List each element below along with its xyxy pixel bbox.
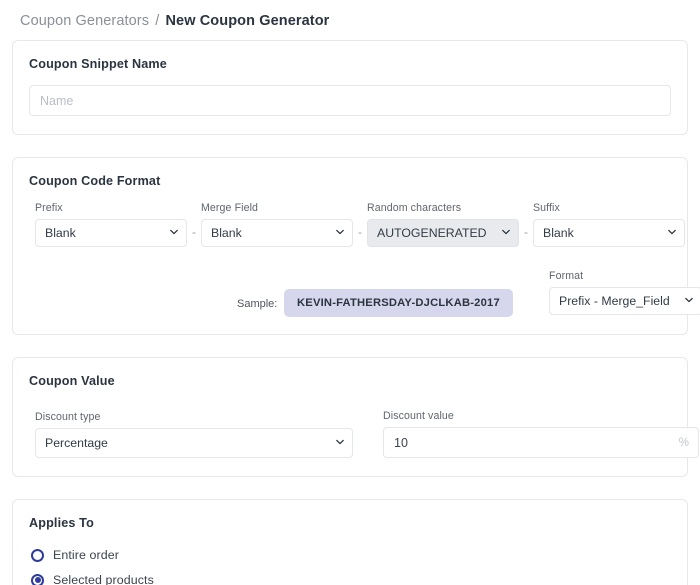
discount-value-input[interactable] xyxy=(383,427,699,458)
format-separator-1: - xyxy=(187,218,201,247)
sample-row: Sample: KEVIN-FATHERSDAY-DJCLKAB-2017 Fo… xyxy=(29,270,671,316)
chevron-down-icon xyxy=(668,228,676,236)
radio-icon-unchecked xyxy=(31,549,44,562)
discount-type-label: Discount type xyxy=(35,411,353,423)
applies-to-card: Applies To Entire order Selected product… xyxy=(12,499,688,585)
discount-type-field: Discount type Percentage xyxy=(35,411,353,458)
prefix-field: Prefix Blank xyxy=(35,202,187,247)
merge-field-select-value: Blank xyxy=(211,226,242,240)
format-select[interactable]: Prefix - Merge_Field xyxy=(549,287,700,315)
format-field: Format Prefix - Merge_Field xyxy=(549,270,700,315)
sample-code-badge: KEVIN-FATHERSDAY-DJCLKAB-2017 xyxy=(284,289,513,317)
prefix-select-value: Blank xyxy=(45,226,76,240)
radio-option-selected-products[interactable]: Selected products xyxy=(31,569,669,585)
radio-label-selected-products: Selected products xyxy=(53,573,154,585)
breadcrumb: Coupon Generators / New Coupon Generator xyxy=(8,0,692,40)
coupon-value-card: Coupon Value Discount type Percentage Di… xyxy=(12,357,688,477)
format-separator-2: - xyxy=(353,218,367,247)
discount-value-label: Discount value xyxy=(383,410,699,422)
random-characters-label: Random characters xyxy=(367,202,519,214)
coupon-snippet-name-title: Coupon Snippet Name xyxy=(29,57,671,71)
applies-to-title: Applies To xyxy=(29,516,671,530)
radio-icon-checked xyxy=(31,574,44,585)
merge-field-label: Merge Field xyxy=(201,202,353,214)
discount-type-select-value: Percentage xyxy=(45,436,108,450)
coupon-code-format-title: Coupon Code Format xyxy=(29,174,671,188)
suffix-select-value: Blank xyxy=(543,226,574,240)
format-separator-3: - xyxy=(519,218,533,247)
discount-type-select[interactable]: Percentage xyxy=(35,428,353,458)
prefix-select[interactable]: Blank xyxy=(35,219,187,247)
discount-value-field: Discount value % xyxy=(383,410,699,458)
random-characters-field: Random characters AUTOGENERATED xyxy=(367,202,519,247)
breadcrumb-separator: / xyxy=(153,13,161,29)
chevron-down-icon xyxy=(336,438,344,446)
random-characters-select[interactable]: AUTOGENERATED xyxy=(367,219,519,247)
radio-label-entire-order: Entire order xyxy=(53,548,119,562)
radio-option-entire-order[interactable]: Entire order xyxy=(31,544,669,566)
discount-value-input-wrap: % xyxy=(383,427,699,458)
breadcrumb-link-coupon-generators[interactable]: Coupon Generators xyxy=(20,13,149,29)
format-select-value: Prefix - Merge_Field xyxy=(559,294,670,308)
coupon-code-format-card: Coupon Code Format Prefix Blank - Merge … xyxy=(12,157,688,335)
chevron-down-icon xyxy=(685,296,693,304)
suffix-field: Suffix Blank xyxy=(533,202,685,247)
breadcrumb-current-page: New Coupon Generator xyxy=(165,13,329,29)
format-label: Format xyxy=(549,270,700,282)
chevron-down-icon xyxy=(336,228,344,236)
merge-field-field: Merge Field Blank xyxy=(201,202,353,247)
coupon-generator-page: Coupon Generators / New Coupon Generator… xyxy=(0,0,700,585)
prefix-label: Prefix xyxy=(35,202,187,214)
random-characters-select-value: AUTOGENERATED xyxy=(377,226,487,240)
coupon-value-row: Discount type Percentage Discount value … xyxy=(29,410,671,458)
coupon-code-format-row: Prefix Blank - Merge Field Blank xyxy=(29,202,671,247)
chevron-down-icon xyxy=(502,228,510,236)
chevron-down-icon xyxy=(170,228,178,236)
coupon-value-title: Coupon Value xyxy=(29,374,671,388)
coupon-snippet-name-card: Coupon Snippet Name xyxy=(12,40,688,135)
coupon-snippet-name-input[interactable] xyxy=(29,85,671,116)
sample-label: Sample: xyxy=(237,298,277,310)
merge-field-select[interactable]: Blank xyxy=(201,219,353,247)
suffix-select[interactable]: Blank xyxy=(533,219,685,247)
applies-to-radio-group: Entire order Selected products xyxy=(29,544,671,585)
suffix-label: Suffix xyxy=(533,202,685,214)
